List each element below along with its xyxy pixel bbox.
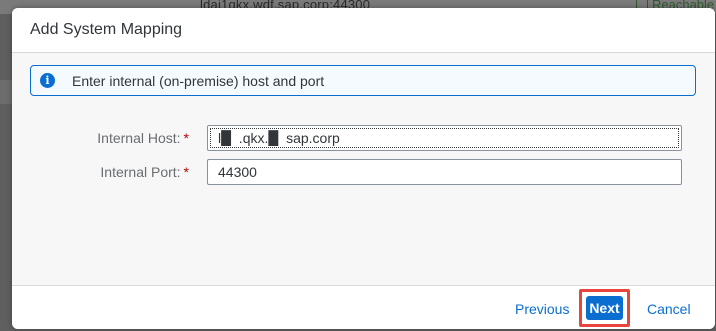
internal-host-row: Internal Host: * (12, 125, 715, 151)
dialog-footer: Previous Next Cancel (12, 285, 715, 329)
internal-port-label: Internal Port: * (100, 164, 189, 180)
add-system-mapping-dialog: Add System Mapping i Enter internal (on-… (12, 8, 715, 329)
info-message-text: Enter internal (on-premise) host and por… (72, 73, 325, 89)
required-marker: * (183, 164, 189, 180)
required-marker: * (183, 130, 189, 146)
previous-button[interactable]: Previous (515, 296, 569, 322)
internal-host-input[interactable] (207, 125, 682, 151)
dialog-content: i Enter internal (on-premise) host and p… (12, 53, 715, 285)
internal-port-row: Internal Port: * (12, 159, 715, 185)
internal-host-label: Internal Host: * (97, 130, 189, 146)
internal-port-input[interactable] (207, 159, 682, 185)
next-button[interactable]: Next (586, 296, 623, 320)
info-icon: i (40, 73, 55, 88)
dialog-title: Add System Mapping (30, 21, 183, 38)
background-panel-edge (0, 80, 12, 104)
internal-port-label-text: Internal Port: (100, 164, 181, 180)
dialog-header: Add System Mapping (12, 8, 715, 53)
cancel-button[interactable]: Cancel (647, 296, 691, 322)
next-button-highlight: Next (579, 289, 630, 327)
info-message-strip: i Enter internal (on-premise) host and p… (30, 65, 696, 96)
internal-host-label-text: Internal Host: (97, 130, 181, 146)
